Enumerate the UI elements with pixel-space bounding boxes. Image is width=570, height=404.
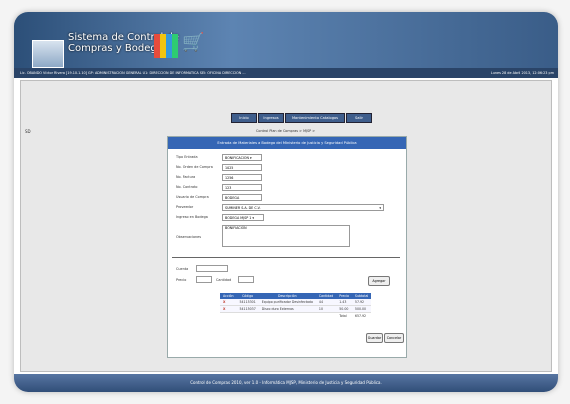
agregar-button[interactable]: Agregar xyxy=(368,276,390,286)
nav-mantenimiento[interactable]: Mantenimiento Catalogos xyxy=(285,113,345,123)
tipo-entrada-value: BONIFICACION xyxy=(225,156,249,160)
orden-compra-input[interactable]: 1025 xyxy=(222,164,262,171)
label-orden-compra: No. Orden de Compra xyxy=(176,165,213,169)
label-contrato: No. Contrato xyxy=(176,185,198,189)
books-icon xyxy=(154,34,178,58)
guardar-button[interactable]: Guardar xyxy=(366,333,383,343)
cell-descripcion: Disco duro Externos xyxy=(258,305,316,313)
cantidad-input[interactable] xyxy=(238,276,254,283)
contrato-input[interactable]: 123 xyxy=(222,184,262,191)
total-row: Total 657.92 xyxy=(220,312,372,319)
precio-input[interactable] xyxy=(196,276,212,283)
cancelar-button[interactable]: Cancelar xyxy=(384,333,404,343)
user-info-bar: Lic. OBANDO Víctor Rivera [19.10.1.10] G… xyxy=(14,68,558,78)
label-tipo-entrada: Tipo Entrada xyxy=(176,155,198,159)
divider xyxy=(172,257,400,258)
total-spacer xyxy=(220,312,337,319)
label-usuario-compra: Usuario de Compra xyxy=(176,195,209,199)
entry-form-panel: Entrada de Materiales a Bodega del Minis… xyxy=(167,136,407,358)
cell-precio: 50.00 xyxy=(336,305,352,313)
side-label: SD xyxy=(25,129,31,134)
label-proveedor: Proveedor xyxy=(176,205,194,209)
proveedor-select[interactable]: SUMINER S.A. DE C.V. ▾ xyxy=(222,204,384,211)
cell-subtotal: 500.00 xyxy=(351,305,372,313)
label-cantidad: Cantidad xyxy=(216,278,232,282)
total-label: Total xyxy=(336,312,352,319)
footer: Control de Compras 2010, ver 1.0 - Infor… xyxy=(14,374,558,392)
panel-title: Entrada de Materiales a Bodega del Minis… xyxy=(168,137,406,149)
breadcrumb: Control Plan de Compras > MJSP > xyxy=(256,129,316,133)
proveedor-value: SUMINER S.A. DE C.V. xyxy=(225,206,261,210)
ingreso-bodega-value: BODEGA MJSP 1 xyxy=(225,216,252,220)
app-header: Sistema de Control de Compras y Bodega 🛒 xyxy=(14,12,558,68)
label-observaciones: Observaciones xyxy=(176,235,202,239)
ingreso-bodega-select[interactable]: BODEGA MJSP 1 ▾ xyxy=(222,214,264,221)
observaciones-textarea[interactable]: BONIFIACIÓN xyxy=(222,225,350,247)
nav-inicio[interactable]: Inicio xyxy=(231,113,257,123)
label-cuenta: Cuenta xyxy=(176,267,189,271)
usuario-compra-input[interactable]: BODEGA xyxy=(222,194,262,201)
user-info-text: Lic. OBANDO Víctor Rivera [19.10.1.10] G… xyxy=(20,71,246,75)
label-precio: Precio xyxy=(176,278,187,282)
label-ingreso-bodega: Ingreso en Bodega xyxy=(176,215,208,219)
factura-input[interactable]: 1256 xyxy=(222,174,262,181)
ministry-logo xyxy=(32,40,64,68)
total-value: 657.92 xyxy=(351,312,372,319)
nav-ingresos[interactable]: Ingresos xyxy=(258,113,284,123)
nav-salir[interactable]: Salir xyxy=(346,113,372,123)
main-content: SD Inicio Ingresos Mantenimiento Catalog… xyxy=(20,80,552,372)
table-row: X 54115037 Disco duro Externos 10 50.00 … xyxy=(220,305,372,313)
shopping-cart-icon: 🛒 xyxy=(182,32,205,53)
delete-icon[interactable]: X xyxy=(220,305,237,313)
items-table: Acción Código Descripción Cantidad Preci… xyxy=(220,293,372,319)
cell-codigo: 54115037 xyxy=(236,305,259,313)
label-factura: No. Factura xyxy=(176,175,196,179)
cell-cantidad: 10 xyxy=(315,305,337,313)
tipo-entrada-select[interactable]: BONIFICACION ▾ xyxy=(222,154,262,161)
date-time-text: Lunes 28 de Abril 2013, 12:06:23 pm xyxy=(490,71,554,75)
app-window: Sistema de Control de Compras y Bodega 🛒… xyxy=(14,12,558,392)
cuenta-input[interactable] xyxy=(196,265,228,272)
